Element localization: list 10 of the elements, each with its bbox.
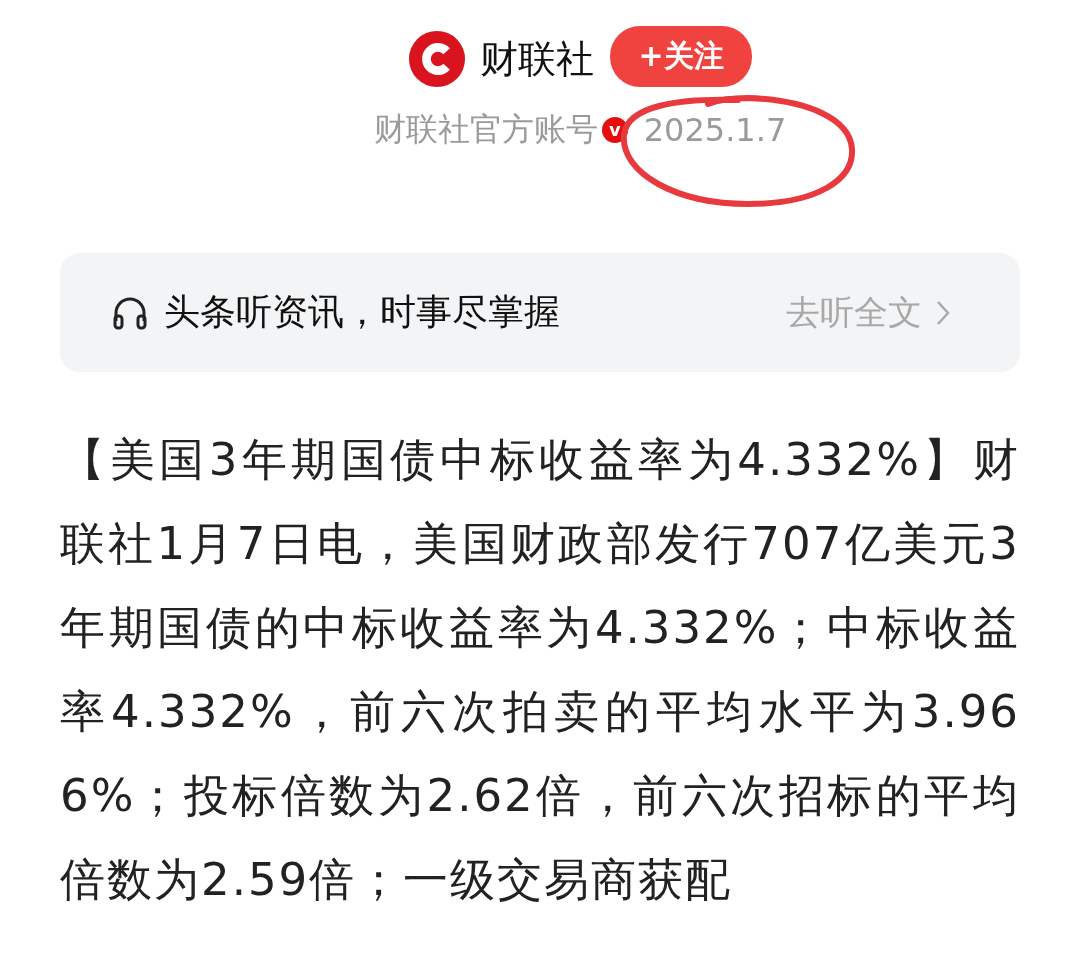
listen-prompt: 头条听资讯，时事尽掌握 [164,290,560,334]
follow-button[interactable]: +关注 [610,25,752,87]
logo-icon [408,30,467,88]
listen-bar[interactable]: 头条听资讯，时事尽掌握 去听全文 [60,253,1020,372]
account-name: 财联社 [480,35,595,83]
article-paragraph: 【美国3年期国债中标收益率为4.332%】财联社1月7日电，美国财政部发行707亿美元3年期国债的中标收益率为4.332%；中标收益率4.332%，前六次拍卖的平均水平为3.966%；投标倍数为2.62倍，前六次招标的平均倍数为2.59倍；一级交易商获配 [60,432,1020,908]
listen-link[interactable]: 去听全文 [786,289,922,336]
publish-date: 2025.1.7 [643,111,787,149]
chevron-right-icon [936,299,950,326]
account-description: 财联社官方账号 [373,109,598,150]
